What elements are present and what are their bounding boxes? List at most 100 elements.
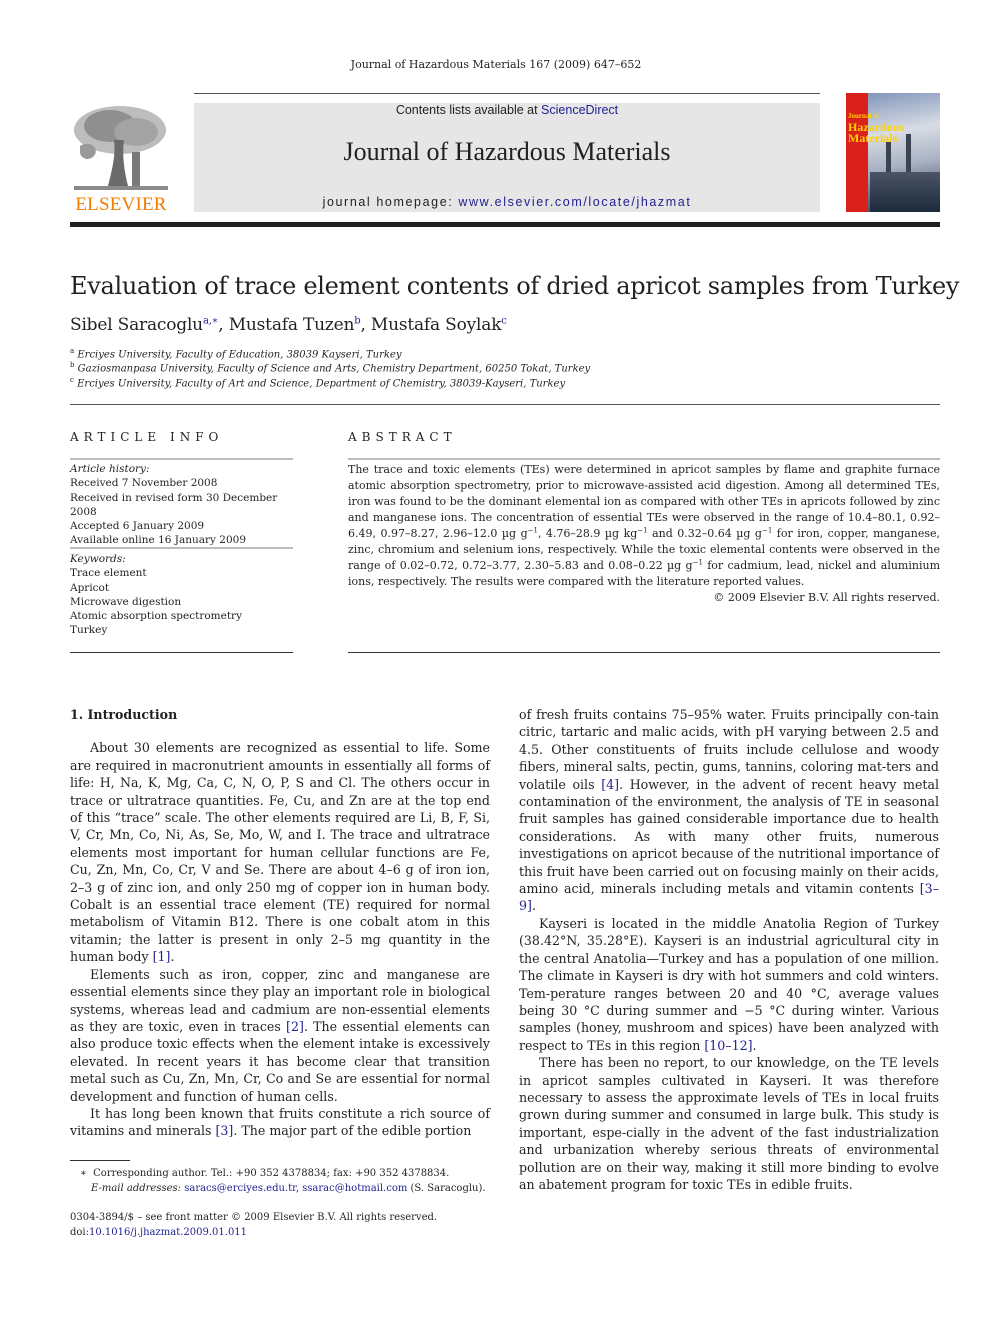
paragraph-text: . (170, 949, 175, 965)
body-paragraph: About 30 elements are recognized as esse… (70, 739, 490, 965)
citation-link[interactable]: [10–12] (704, 1038, 752, 1053)
section-heading-introduction: 1. Introduction (70, 707, 178, 722)
affiliation-key: c (70, 376, 74, 384)
affiliation-key: a (70, 347, 75, 355)
affiliation: b Gaziosmanpasa University, Faculty of S… (70, 361, 590, 374)
citation-link[interactable]: [2] (286, 1019, 304, 1034)
header-top-rule (194, 93, 820, 94)
history-label: Article history: (70, 463, 150, 475)
cover-chimney (886, 142, 891, 172)
article-history: Article history: Received 7 November 200… (70, 462, 300, 548)
affiliation-text: Erciyes University, Faculty of Art and S… (77, 378, 566, 390)
footnote-rule (70, 1160, 130, 1161)
abstract-text: The trace and toxic elements (TEs) were … (348, 462, 940, 606)
body-column-right: of fresh fruits contains 75–95% water. F… (519, 706, 939, 1193)
unit-exponent: −1 (692, 558, 703, 567)
abstract-heading: ABSTRACT (348, 430, 457, 444)
keywords-label: Keywords: (70, 553, 126, 565)
journal-title: Journal of Hazardous Materials (343, 137, 671, 166)
affiliation-text: Gaziosmanpasa University, Faculty of Sci… (77, 363, 591, 375)
masthead-thick-rule (70, 222, 940, 227)
elsevier-wordmark: ELSEVIER (75, 194, 167, 215)
abstract-segment: , 4.76–28.9 µg kg (537, 527, 638, 540)
journal-homepage-line: journal homepage: www.elsevier.com/locat… (194, 195, 820, 209)
keyword: Apricot (70, 581, 110, 594)
contents-prefix: Contents lists available at (395, 103, 542, 117)
divider (70, 547, 293, 549)
author-affiliation-marker[interactable]: c (501, 315, 507, 326)
abstract-copyright: © 2009 Elsevier B.V. All rights reserved… (713, 591, 940, 604)
journal-homepage-link[interactable]: www.elsevier.com/locate/jhazmat (458, 195, 691, 209)
citation-link[interactable]: [1] (153, 949, 171, 964)
article-info-heading: ARTICLE INFO (70, 430, 224, 444)
citation-link[interactable]: [3] (216, 1123, 234, 1138)
author-list: Sibel Saracoglua,∗, Mustafa Tuzenb, Must… (70, 315, 507, 335)
divider (70, 458, 293, 460)
footnote-text: Corresponding author. Tel.: +90 352 4378… (93, 1168, 450, 1179)
author-name[interactable]: Sibel Saracoglu (70, 315, 203, 335)
contents-line: Contents lists available at ScienceDirec… (194, 103, 820, 117)
body-paragraph: There has been no report, to our knowled… (519, 1055, 939, 1192)
body-paragraph: Elements such as iron, copper, zinc and … (70, 966, 490, 1105)
paragraph-text: About 30 elements are recognized as esse… (70, 740, 490, 965)
email-owner: (S. Saracoglu). (407, 1182, 486, 1194)
author-name[interactable]: Mustafa Soylak (371, 315, 502, 335)
divider (348, 652, 940, 653)
history-item: Received in revised form 30 December 200… (70, 491, 278, 518)
keyword: Microwave digestion (70, 595, 182, 608)
doi-line: doi:10.1016/j.jhazmat.2009.01.011 (70, 1226, 437, 1241)
email-label: E-mail addresses: (91, 1182, 182, 1194)
cover-title: Journal of Hazardous Materials (848, 111, 904, 144)
body-paragraph: It has long been known that fruits const… (70, 1105, 490, 1140)
footnote-line: ∗ Corresponding author. Tel.: +90 352 43… (70, 1167, 486, 1182)
author-affiliation-marker[interactable]: a,∗ (203, 315, 219, 326)
author-name[interactable]: Mustafa Tuzen (229, 315, 355, 335)
cover-chimney (906, 134, 911, 172)
keywords: Keywords: Trace element Apricot Microwav… (70, 552, 300, 638)
front-matter: 0304-3894/$ – see front matter © 2009 El… (70, 1211, 437, 1240)
affiliation: a Erciyes University, Faculty of Educati… (70, 347, 402, 360)
author-separator: , (360, 315, 371, 335)
running-head: Journal of Hazardous Materials 167 (2009… (350, 58, 642, 71)
abstract-segment: and 0.32–0.64 µg g (647, 527, 762, 540)
unit-exponent: −1 (637, 526, 648, 535)
tree-icon (74, 106, 168, 190)
history-item: Available online 16 January 2009 (70, 534, 247, 547)
sciencedirect-link[interactable]: ScienceDirect (541, 103, 618, 117)
author-separator: , (218, 315, 229, 335)
history-item: Received 7 November 2008 (70, 477, 218, 490)
affiliation-text: Erciyes University, Faculty of Education… (77, 349, 402, 361)
body-column-left: 1. Introduction About 30 elements are re… (70, 706, 490, 1140)
affiliation-key: b (70, 361, 75, 369)
paragraph-text: . (531, 898, 536, 914)
cover-title-line3: Materials (848, 131, 898, 145)
doi-link[interactable]: 10.1016/j.jhazmat.2009.01.011 (89, 1227, 247, 1238)
keyword: Trace element (70, 567, 147, 580)
paragraph-text: Kayseri is located in the middle Anatoli… (519, 915, 939, 1053)
body-paragraph: Kayseri is located in the middle Anatoli… (519, 915, 939, 1054)
front-matter-line: 0304-3894/$ – see front matter © 2009 El… (70, 1212, 438, 1223)
doi-label: doi: (70, 1226, 89, 1238)
divider (70, 404, 940, 405)
email-link[interactable]: saracs@erciyes.edu.tr (184, 1183, 296, 1194)
citation-link[interactable]: [4] (601, 777, 619, 792)
article-title: Evaluation of trace element contents of … (70, 272, 960, 300)
email-link[interactable]: ssarac@hotmail.com (302, 1183, 407, 1194)
keyword: Turkey (70, 624, 108, 637)
paragraph-text: . The major part of the edible portion (233, 1123, 472, 1139)
footnote-line: E-mail addresses: saracs@erciyes.edu.tr,… (70, 1182, 486, 1197)
paragraph-text: . (752, 1037, 757, 1053)
keyword: Atomic absorption spectrometry (70, 610, 243, 623)
footnote-marker: ∗ (80, 1168, 87, 1179)
unit-exponent: −1 (527, 526, 538, 535)
divider (348, 458, 940, 460)
journal-cover-image[interactable]: Journal of Hazardous Materials (846, 93, 940, 212)
divider (70, 652, 293, 653)
unit-exponent: −1 (761, 526, 773, 535)
corresponding-author-footnote: ∗ Corresponding author. Tel.: +90 352 43… (70, 1167, 486, 1196)
body-paragraph: of fresh fruits contains 75–95% water. F… (519, 706, 939, 915)
cover-factory (870, 172, 940, 212)
paragraph-text: . However, in the advent of recent heavy… (519, 776, 939, 897)
homepage-prefix: journal homepage: (322, 195, 459, 209)
history-item: Accepted 6 January 2009 (70, 520, 205, 533)
